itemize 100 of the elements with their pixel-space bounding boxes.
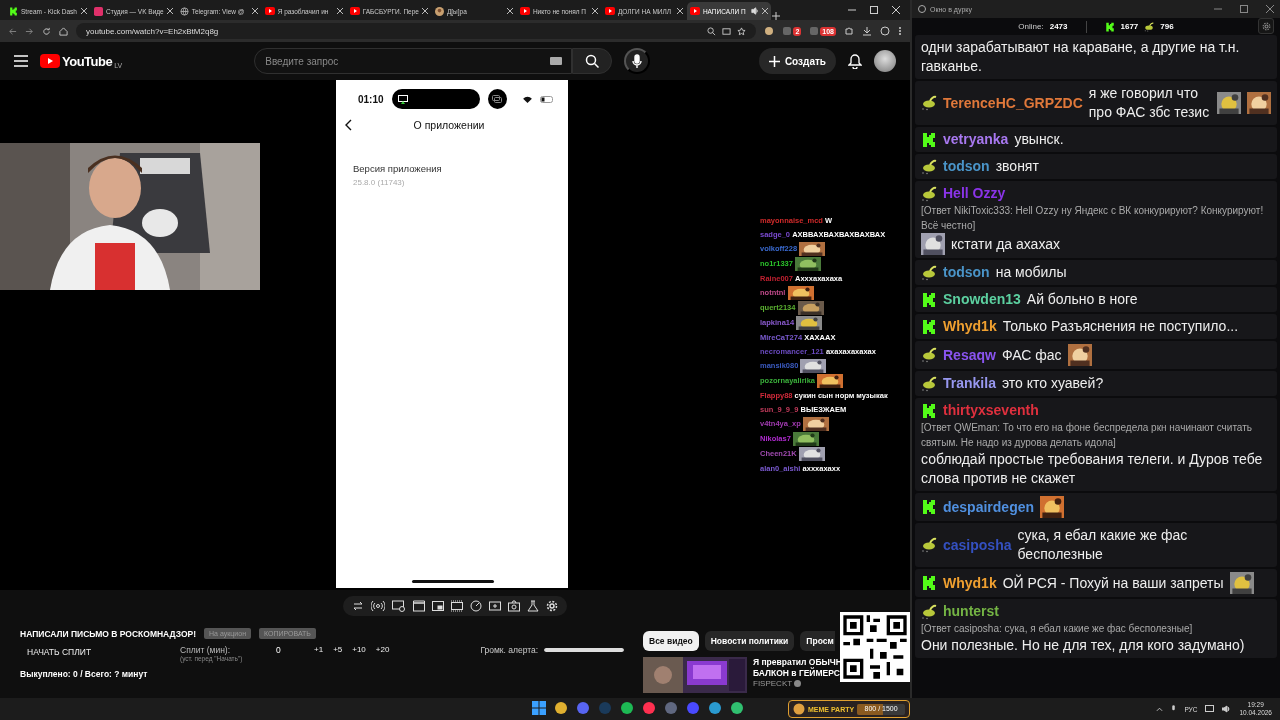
chat-username[interactable]: Whyd1k	[943, 573, 997, 593]
logo-text[interactable]: YouTube	[62, 53, 113, 69]
start-icon[interactable]	[532, 701, 546, 715]
filter-chip[interactable]: Новости политики	[704, 631, 795, 651]
flask-icon[interactable]	[527, 600, 539, 612]
start-split-button[interactable]: НАЧАТЬ СПЛИТ	[20, 645, 180, 659]
app-icon[interactable]	[576, 701, 590, 715]
chat-username[interactable]: TerenceHC_GRPZDC	[943, 93, 1083, 113]
battery-icon	[540, 95, 554, 103]
windows-icon	[492, 95, 503, 103]
filter-chip[interactable]: Просм	[800, 631, 835, 651]
zoom-icon[interactable]	[707, 26, 717, 36]
close-icon[interactable]	[81, 8, 87, 14]
increment-button[interactable]: +10	[347, 645, 371, 654]
message-text: сука, я ебал какие же фас бесполезные	[1017, 526, 1189, 564]
maximize-icon[interactable]	[1240, 5, 1248, 13]
message-text: ОЙ РСЯ - Похуй на ваши запреты	[1002, 573, 1224, 593]
extension-icon[interactable]	[764, 26, 775, 36]
minimize-icon[interactable]	[848, 6, 856, 14]
bell-icon[interactable]	[848, 53, 862, 69]
picture-in-picture-icon[interactable]	[432, 600, 444, 612]
channel-name[interactable]: FISPECKT	[753, 679, 793, 688]
microphone-icon[interactable]	[1171, 705, 1177, 713]
add-clip-icon[interactable]	[489, 600, 501, 612]
app-icon[interactable]	[554, 701, 568, 715]
increment-button[interactable]: +20	[370, 645, 395, 654]
setting-label: Версия приложения	[353, 163, 443, 174]
split-value: 0	[276, 645, 282, 655]
close-icon[interactable]	[251, 8, 258, 14]
message-text: я же говорил что про ФАС збс тезис	[1088, 84, 1211, 122]
new-tab-icon[interactable]	[771, 12, 780, 20]
download-icon[interactable]	[862, 26, 872, 36]
close-icon[interactable]	[892, 6, 900, 14]
loop-icon[interactable]	[352, 600, 364, 612]
search-button[interactable]	[572, 48, 613, 74]
home-icon[interactable]	[59, 26, 68, 36]
message-text: звонят	[995, 157, 1039, 176]
chat-username[interactable]: vetryanka	[943, 130, 1009, 149]
broadcast-icon[interactable]	[371, 600, 385, 612]
close-icon[interactable]	[1266, 5, 1274, 13]
reload-icon[interactable]	[42, 26, 51, 36]
close-icon[interactable]	[166, 8, 173, 14]
increment-button[interactable]: +5	[328, 645, 348, 654]
chat-username[interactable]: Snowden13	[943, 290, 1021, 309]
frame-icon[interactable]	[451, 600, 463, 612]
clapper-icon[interactable]	[413, 600, 425, 612]
speaker-icon[interactable]	[1222, 705, 1232, 713]
search-field[interactable]: Введите запрос	[254, 48, 573, 74]
seedling-icon	[921, 603, 937, 620]
chat-username[interactable]: todson	[943, 263, 990, 282]
speaker-icon	[750, 7, 759, 15]
chat-username[interactable]: despairdegen	[943, 497, 1035, 517]
close-icon[interactable]	[591, 8, 598, 14]
volume-slider[interactable]	[544, 648, 625, 652]
play-logo-icon[interactable]	[40, 54, 60, 68]
app-icon[interactable]	[620, 701, 634, 715]
address-field[interactable]: youtube.com/watch?v=Eh2xBtM2q8g	[76, 23, 757, 39]
logo-icon	[921, 291, 937, 308]
menu-icon[interactable]	[898, 26, 902, 36]
camera-icon[interactable]	[508, 600, 520, 612]
message-text: Они полезные. Но не для тех, для кого задумано)	[921, 636, 1245, 655]
increment-button[interactable]: +1	[309, 645, 329, 654]
logo-icon	[921, 575, 937, 591]
settings-icon[interactable]	[546, 600, 558, 612]
screen-eye-icon[interactable]	[392, 600, 406, 612]
chat-username[interactable]: Whyd1k	[943, 317, 997, 336]
forward-icon[interactable]	[25, 26, 34, 36]
app-icon[interactable]	[642, 701, 656, 715]
create-button[interactable]: Создать	[758, 48, 836, 74]
chevron-up-icon[interactable]	[1156, 706, 1164, 712]
star-icon[interactable]	[737, 26, 747, 36]
menu-icon[interactable]	[14, 55, 28, 67]
app-icon[interactable]	[708, 701, 722, 715]
close-icon[interactable]	[506, 8, 513, 14]
microphone-button[interactable]	[624, 48, 651, 74]
chat-username[interactable]: Resaqw	[943, 345, 996, 365]
filter-chip[interactable]: Все видео	[643, 631, 699, 651]
close-icon[interactable]	[676, 8, 683, 14]
maximize-icon[interactable]	[870, 6, 878, 14]
monitor-icon[interactable]	[1205, 705, 1215, 713]
chat-username[interactable]: todson	[943, 157, 990, 176]
status-time: 01:10	[358, 93, 384, 105]
settings-button[interactable]	[1258, 18, 1274, 34]
speedometer-icon[interactable]	[470, 600, 482, 612]
app-icon[interactable]	[730, 701, 744, 715]
reply-quote: [Ответ QWEman: То что его на фоне беспредела ркн начинают считать святым. Не надо из дурова делать идола]	[921, 421, 1253, 450]
close-icon[interactable]	[761, 8, 768, 14]
logo-icon	[9, 6, 18, 16]
chat-username[interactable]: thirtyxseventh	[943, 401, 1039, 420]
close-icon[interactable]	[336, 8, 343, 14]
chat-username[interactable]: hunterst	[943, 602, 999, 621]
app-icon	[918, 5, 926, 13]
avatar[interactable]	[874, 50, 896, 72]
avatar-icon	[434, 6, 444, 16]
keyboard-icon[interactable]	[550, 57, 563, 65]
chat-username[interactable]: Trankila	[943, 374, 996, 393]
back-icon[interactable]	[344, 119, 352, 131]
message-text: Только Разъяснения не поступило...	[1002, 317, 1239, 336]
play-icon	[689, 7, 700, 15]
close-icon[interactable]	[421, 8, 428, 14]
